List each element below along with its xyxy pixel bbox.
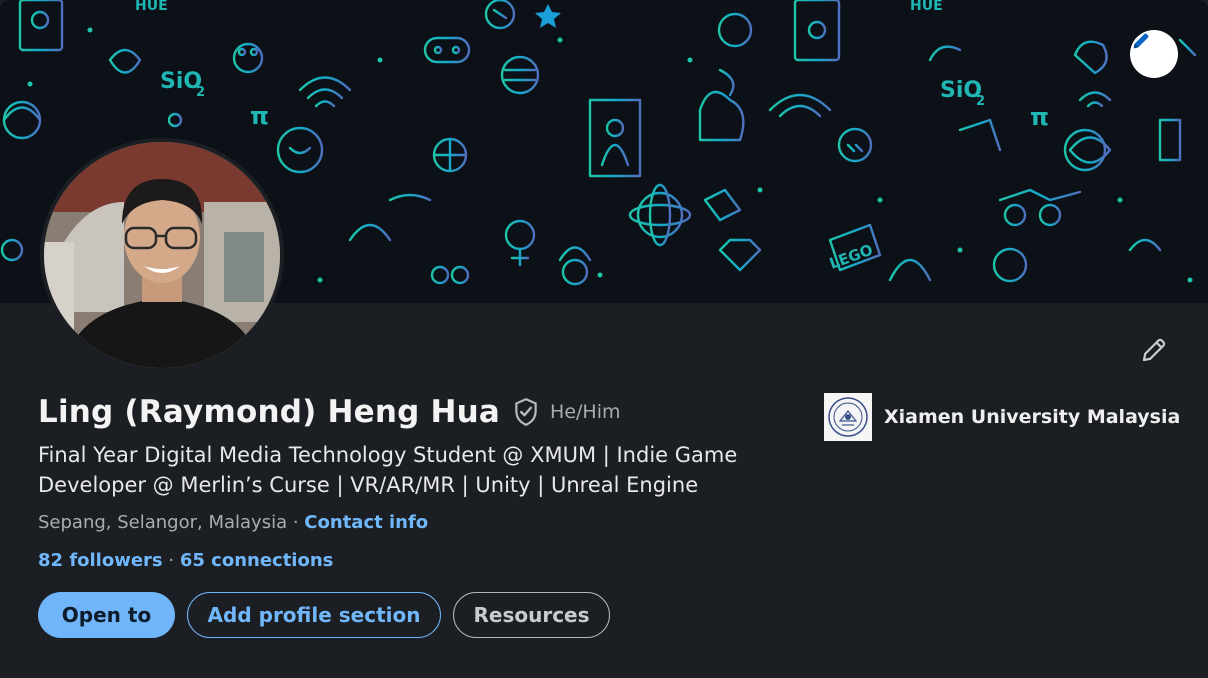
- banner-text-sub2: 2: [196, 85, 205, 100]
- profile-headline: Final Year Digital Media Technology Stud…: [38, 440, 778, 500]
- pronouns: He/Him: [550, 401, 621, 423]
- banner-text-lego: LEGO: [827, 241, 875, 273]
- separator-dot: ·: [292, 512, 305, 533]
- network-stats: 82 followers · 65 connections: [38, 550, 333, 571]
- pencil-icon: [1133, 33, 1149, 49]
- verified-shield-icon[interactable]: [512, 396, 540, 428]
- banner-text-pi-2: π: [1030, 103, 1049, 131]
- profile-photo-image: [44, 142, 280, 368]
- education-link[interactable]: Xiamen University Malaysia: [824, 393, 1180, 441]
- resources-button[interactable]: Resources: [453, 592, 610, 638]
- edit-intro-button[interactable]: [1134, 330, 1174, 370]
- pencil-icon: [1142, 338, 1166, 362]
- school-logo: [824, 393, 872, 441]
- open-to-button[interactable]: Open to: [38, 592, 175, 638]
- banner-text-sub2-2: 2: [976, 94, 985, 109]
- headline-line-2: Developer @ Merlin’s Curse | VR/AR/MR | …: [38, 473, 699, 497]
- banner-text-hue-2: HUE: [910, 0, 943, 14]
- profile-card: SiO 2 π SiO 2 π HUE HUE LEGO Ling (Raymo…: [0, 0, 1208, 678]
- profile-actions: Open to Add profile section Resources: [38, 592, 610, 638]
- followers-link[interactable]: 82 followers: [38, 550, 163, 571]
- banner-text-hue: HUE: [135, 0, 168, 14]
- connections-link[interactable]: 65 connections: [180, 550, 334, 571]
- profile-photo[interactable]: [40, 138, 284, 372]
- edit-banner-button[interactable]: [1130, 30, 1178, 78]
- add-profile-section-button[interactable]: Add profile section: [187, 592, 441, 638]
- profile-name: Ling (Raymond) Heng Hua: [38, 394, 501, 430]
- school-name: Xiamen University Malaysia: [884, 406, 1181, 428]
- location-row: Sepang, Selangor, Malaysia · Contact inf…: [38, 512, 428, 533]
- name-row: Ling (Raymond) Heng Hua He/Him: [38, 394, 620, 430]
- location-text: Sepang, Selangor, Malaysia: [38, 512, 288, 533]
- university-seal-icon: [828, 397, 868, 437]
- banner-text-pi: π: [250, 102, 269, 130]
- separator-dot: ·: [168, 550, 180, 571]
- headline-line-1: Final Year Digital Media Technology Stud…: [38, 443, 738, 467]
- contact-info-link[interactable]: Contact info: [304, 512, 428, 533]
